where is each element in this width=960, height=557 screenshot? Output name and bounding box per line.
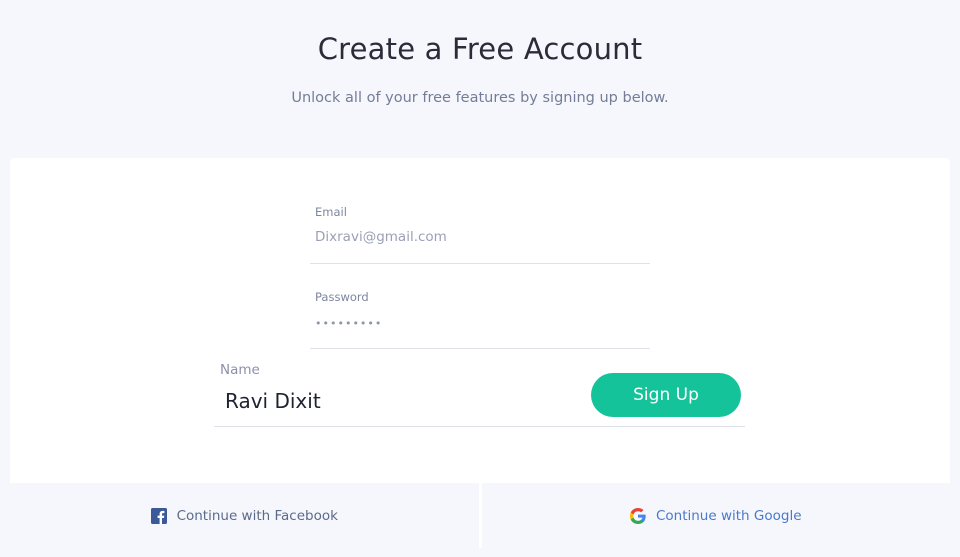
sign-up-button[interactable]: Sign Up [591, 373, 741, 417]
signup-card: Email Password Name Sign Up Continue wit… [10, 158, 950, 548]
name-label: Name [220, 362, 260, 378]
social-login-row: Continue with Facebook Continue with Goo… [10, 483, 950, 548]
name-input[interactable] [225, 389, 575, 413]
facebook-label: Continue with Facebook [176, 507, 338, 524]
continue-with-facebook-button[interactable]: Continue with Facebook [10, 483, 479, 548]
continue-with-google-button[interactable]: Continue with Google [478, 483, 950, 548]
email-field-group: Email [310, 205, 650, 264]
password-label: Password [315, 290, 369, 304]
facebook-icon [150, 507, 167, 524]
page-subtitle: Unlock all of your free features by sign… [291, 90, 669, 106]
page-header: Create a Free Account Unlock all of your… [0, 0, 960, 158]
page-title: Create a Free Account [317, 32, 643, 66]
password-input[interactable] [315, 317, 635, 330]
google-icon [629, 507, 646, 524]
google-label: Continue with Google [655, 507, 802, 524]
password-field-group: Password [310, 290, 650, 349]
email-label: Email [315, 205, 347, 219]
email-input[interactable] [315, 229, 635, 245]
